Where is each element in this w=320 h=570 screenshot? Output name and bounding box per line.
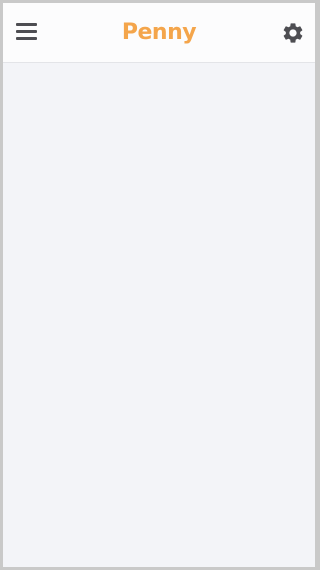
main-content xyxy=(3,63,315,567)
gear-icon xyxy=(283,23,303,43)
app-window: Penny xyxy=(0,0,318,570)
app-title: Penny xyxy=(121,20,197,45)
settings-button[interactable] xyxy=(281,21,305,45)
app-header: Penny xyxy=(3,3,315,63)
